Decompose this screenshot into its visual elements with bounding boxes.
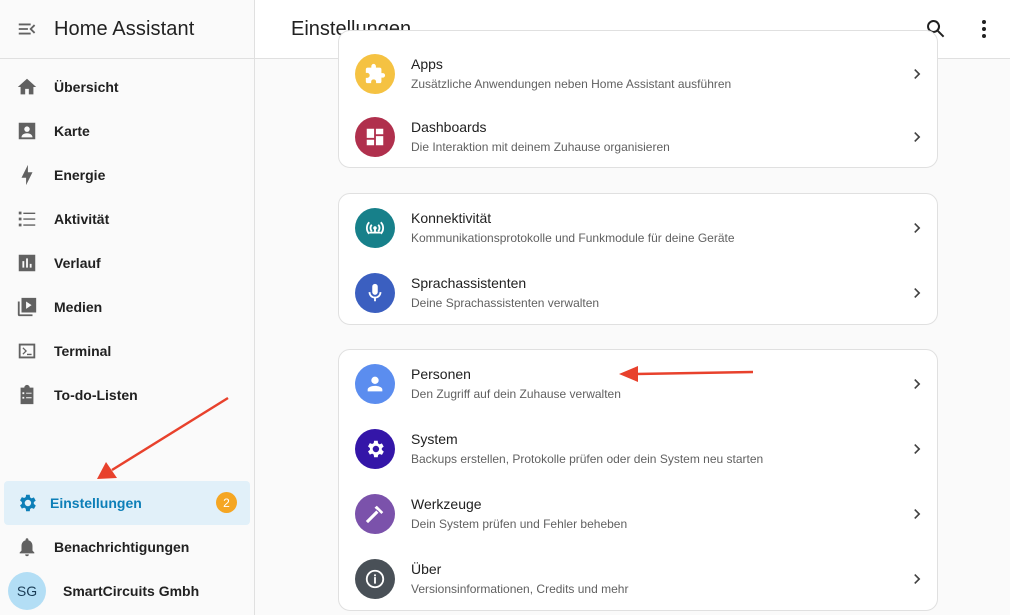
- sidebar-item-label: Verlauf: [54, 255, 101, 271]
- antenna-icon: [355, 207, 395, 248]
- settings-row-persons[interactable]: Personen Den Zugriff auf dein Zuhause ve…: [339, 351, 937, 416]
- sidebar-item-label: Energie: [54, 167, 106, 183]
- row-text: Konnektivität Kommunikationsprotokolle u…: [411, 209, 897, 247]
- cog-icon: [355, 428, 395, 469]
- row-subtitle: Kommunikationsprotokolle und Funkmodule …: [411, 230, 735, 245]
- row-title: Dashboards: [411, 118, 487, 135]
- sidebar-header: Home Assistant: [0, 0, 254, 59]
- chevron-right-icon: [897, 218, 937, 238]
- row-title: System: [411, 430, 458, 447]
- row-text: Personen Den Zugriff auf dein Zuhause ve…: [411, 365, 897, 403]
- info-icon: [355, 558, 395, 599]
- list-icon: [0, 208, 54, 230]
- chevron-right-icon: [897, 504, 937, 524]
- map-account-icon: [0, 120, 54, 142]
- media-icon: [0, 296, 54, 318]
- chevron-right-icon: [897, 127, 937, 147]
- notification-badge: 2: [216, 492, 237, 513]
- settings-card-connectivity: Konnektivität Kommunikationsprotokolle u…: [338, 193, 938, 325]
- row-text: Sprachassistenten Deine Sprachassistente…: [411, 274, 897, 312]
- hammer-icon: [355, 493, 395, 534]
- sidebar-item-todo[interactable]: To-do-Listen: [0, 373, 254, 417]
- sidebar-item-label: Medien: [54, 299, 103, 315]
- home-icon: [0, 76, 54, 98]
- sidebar-bottom: Einstellungen 2 Benachrichtigungen SG Sm…: [0, 481, 254, 613]
- chevron-right-icon: [897, 569, 937, 589]
- account-icon: [355, 363, 395, 404]
- sidebar-nav: Übersicht Karte Energie Aktivität Verlau…: [0, 59, 254, 417]
- sidebar-item-label: Aktivität: [54, 211, 110, 227]
- row-subtitle: Zusätzliche Anwendungen neben Home Assis…: [411, 76, 732, 91]
- row-title: Sprachassistenten: [411, 274, 527, 291]
- sidebar-item-settings[interactable]: Einstellungen 2: [4, 481, 250, 525]
- avatar: SG: [8, 572, 46, 610]
- sidebar-item-label: Karte: [54, 123, 90, 139]
- row-subtitle: Die Interaktion mit deinem Zuhause organ…: [411, 139, 670, 154]
- sidebar-item-terminal[interactable]: Terminal: [0, 329, 254, 373]
- row-text: Apps Zusätzliche Anwendungen neben Home …: [411, 55, 897, 93]
- microphone-icon: [355, 272, 395, 313]
- sidebar-item-media[interactable]: Medien: [0, 285, 254, 329]
- settings-row-about[interactable]: Über Versionsinformationen, Credits und …: [339, 546, 937, 611]
- collapse-menu-button[interactable]: [0, 0, 54, 59]
- cog-icon: [4, 492, 50, 514]
- row-subtitle: Versionsinformationen, Credits und mehr: [411, 581, 629, 596]
- console-icon: [0, 340, 54, 362]
- dashboard-icon: [355, 116, 395, 157]
- overflow-menu-button[interactable]: [960, 5, 1008, 53]
- row-subtitle: Backups erstellen, Protokolle prüfen ode…: [411, 451, 764, 466]
- row-text: Werkzeuge Dein System prüfen und Fehler …: [411, 495, 897, 533]
- sidebar-item-overview[interactable]: Übersicht: [0, 65, 254, 109]
- chart-box-icon: [0, 252, 54, 274]
- chevron-right-icon: [897, 439, 937, 459]
- settings-row-connectivity[interactable]: Konnektivität Kommunikationsprotokolle u…: [339, 195, 937, 260]
- row-subtitle: Dein System prüfen und Fehler beheben: [411, 516, 628, 531]
- sidebar-item-energy[interactable]: Energie: [0, 153, 254, 197]
- app-title: Home Assistant: [54, 17, 195, 40]
- row-title: Konnektivität: [411, 209, 492, 226]
- chevron-right-icon: [897, 283, 937, 303]
- sidebar: Home Assistant Übersicht Karte Energie A…: [0, 0, 255, 615]
- row-subtitle: Den Zugriff auf dein Zuhause verwalten: [411, 386, 621, 401]
- row-title: Werkzeuge: [411, 495, 482, 512]
- clipboard-list-icon: [0, 384, 54, 406]
- row-title: Personen: [411, 365, 471, 382]
- sidebar-item-label: Terminal: [54, 343, 112, 359]
- dots-vertical-icon: [982, 20, 986, 38]
- settings-row-system[interactable]: System Backups erstellen, Protokolle prü…: [339, 416, 937, 481]
- row-text: Dashboards Die Interaktion mit deinem Zu…: [411, 118, 897, 156]
- lightning-icon: [0, 164, 54, 186]
- row-text: System Backups erstellen, Protokolle prü…: [411, 430, 897, 468]
- row-text: Über Versionsinformationen, Credits und …: [411, 560, 897, 598]
- settings-card-system: Personen Den Zugriff auf dein Zuhause ve…: [338, 349, 938, 611]
- row-title: Über: [411, 560, 442, 577]
- sidebar-item-notifications[interactable]: Benachrichtigungen: [0, 525, 254, 569]
- sidebar-item-label: Benachrichtigungen: [54, 539, 190, 555]
- sidebar-item-map[interactable]: Karte: [0, 109, 254, 153]
- sidebar-item-label: Einstellungen: [50, 495, 142, 511]
- settings-row-tools[interactable]: Werkzeuge Dein System prüfen und Fehler …: [339, 481, 937, 546]
- menu-collapse-icon: [18, 23, 36, 35]
- row-subtitle: Deine Sprachassistenten verwalten: [411, 295, 600, 310]
- sidebar-item-activity[interactable]: Aktivität: [0, 197, 254, 241]
- sidebar-item-history[interactable]: Verlauf: [0, 241, 254, 285]
- sidebar-item-label: To-do-Listen: [54, 387, 138, 403]
- puzzle-icon: [355, 53, 395, 94]
- settings-row-dashboards[interactable]: Dashboards Die Interaktion mit deinem Zu…: [339, 104, 937, 169]
- chevron-right-icon: [897, 374, 937, 394]
- settings-row-apps[interactable]: Apps Zusätzliche Anwendungen neben Home …: [339, 41, 937, 106]
- settings-row-voice-assistants[interactable]: Sprachassistenten Deine Sprachassistente…: [339, 260, 937, 325]
- sidebar-item-label: Übersicht: [54, 79, 119, 95]
- user-name: SmartCircuits Gmbh: [63, 583, 200, 599]
- row-title: Apps: [411, 55, 443, 72]
- user-profile[interactable]: SG SmartCircuits Gmbh: [0, 569, 254, 613]
- chevron-right-icon: [897, 64, 937, 84]
- bell-icon: [0, 536, 54, 558]
- settings-card-apps: Apps Zusätzliche Anwendungen neben Home …: [338, 30, 938, 168]
